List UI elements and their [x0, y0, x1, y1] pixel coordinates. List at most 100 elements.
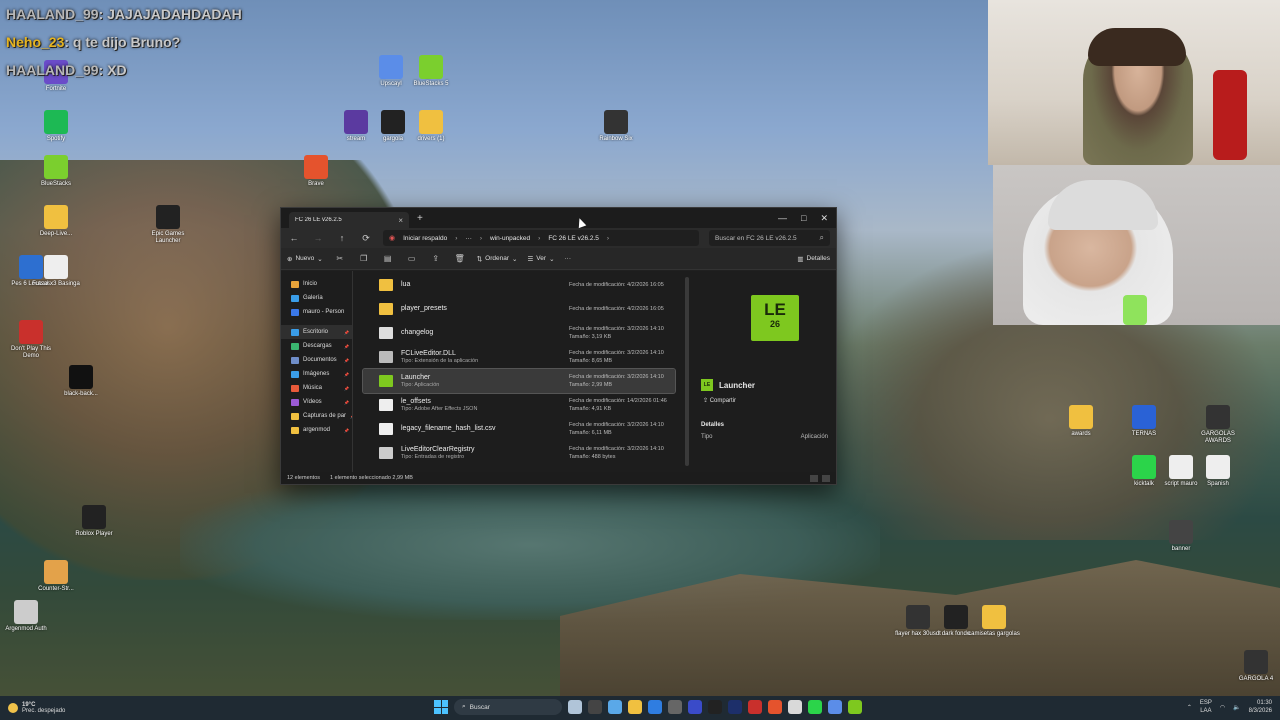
calculator-icon[interactable]: [668, 700, 682, 714]
chrome-icon[interactable]: [648, 700, 662, 714]
desktop-shortcut[interactable]: GARGOLA 4: [1230, 650, 1280, 683]
explorer-tab[interactable]: FC 26 LE v26.2.5 ×: [289, 212, 409, 228]
breadcrumb-overflow[interactable]: ···: [465, 235, 472, 242]
desktop-shortcut[interactable]: kicktalk: [1118, 455, 1170, 488]
weather-widget[interactable]: 19°C Prec. despejado: [8, 702, 65, 714]
desktop-shortcut[interactable]: drivers (1): [405, 110, 457, 143]
file-row[interactable]: LiveEditorClearRegistry Tipo: Entradas de…: [363, 441, 675, 465]
desktop-shortcut[interactable]: camisetas gargolas: [968, 605, 1020, 638]
nav-item-pinned[interactable]: Vídeos 📌: [281, 395, 352, 409]
nav-item-gallery[interactable]: Galería: [281, 291, 352, 305]
desktop-shortcut[interactable]: Spotify: [30, 110, 82, 143]
details-button[interactable]: ▥ Detalles: [797, 255, 830, 263]
file-row[interactable]: lua Fecha de modificación: 4/2/2026 16:05: [363, 273, 675, 297]
epic-games-icon[interactable]: [708, 700, 722, 714]
file-row[interactable]: legacy_filename_hash_list.csv Fecha de mo…: [363, 417, 675, 441]
nav-item-pinned[interactable]: Descargas 📌: [281, 339, 352, 353]
close-tab-icon[interactable]: ×: [398, 216, 403, 225]
desktop-shortcut[interactable]: banner: [1155, 520, 1207, 553]
search-input[interactable]: Buscar en FC 26 LE v26.2.5 ⌕: [709, 230, 830, 246]
desktop-shortcut[interactable]: Rainbow Six: [590, 110, 642, 143]
desktop-shortcut[interactable]: Don't Play This Demo: [5, 320, 57, 360]
cut-icon[interactable]: ✂: [333, 254, 347, 263]
brave-icon[interactable]: [768, 700, 782, 714]
paste-icon[interactable]: ▤: [381, 254, 395, 263]
minimize-icon[interactable]: —: [778, 213, 787, 224]
breadcrumb-item[interactable]: Iniciar respaldo: [403, 235, 447, 242]
delete-icon[interactable]: 🗑: [453, 254, 467, 263]
desktop-shortcut[interactable]: Roblox Player: [68, 505, 120, 538]
nav-item-pinned[interactable]: Imágenes 📌: [281, 367, 352, 381]
rename-icon[interactable]: ▭: [405, 254, 419, 263]
desktop-shortcut[interactable]: Brave: [290, 155, 342, 188]
windows-start-icon[interactable]: [434, 700, 448, 714]
nav-item-pinned[interactable]: Escritorio 📌: [281, 325, 352, 339]
file-row[interactable]: Launcher Tipo: Aplicación Fecha de modific…: [362, 368, 676, 394]
language-indicator[interactable]: ESP LAA: [1200, 699, 1212, 715]
title-bar[interactable]: FC 26 LE v26.2.5 × + — □ ✕: [281, 208, 836, 228]
sort-button[interactable]: ⇅ Ordenar ⌄: [477, 255, 518, 263]
new-tab-icon[interactable]: +: [417, 213, 423, 224]
chrome-icon[interactable]: [788, 700, 802, 714]
desktop-shortcut[interactable]: black-back...: [55, 365, 107, 398]
new-button[interactable]: ⊕ Nuevo ⌄: [287, 255, 323, 263]
widgets-icon[interactable]: [568, 700, 582, 714]
app-icon[interactable]: [748, 700, 762, 714]
desktop-shortcut[interactable]: Spanish: [1192, 455, 1244, 488]
breadcrumb[interactable]: ◉ Iniciar respaldo › ··· › win-unpacked …: [383, 230, 699, 246]
nav-item-pinned[interactable]: Música 📌: [281, 381, 352, 395]
desktop-shortcut[interactable]: TERNAS: [1118, 405, 1170, 438]
kick-icon[interactable]: [808, 700, 822, 714]
task-view-icon[interactable]: [588, 700, 602, 714]
volume-icon[interactable]: 🔈: [1233, 704, 1240, 711]
forward-arrow-icon[interactable]: →: [311, 233, 325, 243]
nav-item-home[interactable]: Inicio: [281, 277, 352, 291]
edge-icon[interactable]: [608, 700, 622, 714]
maximize-icon[interactable]: □: [801, 213, 806, 224]
desktop-shortcut[interactable]: Deep-Live...: [30, 205, 82, 238]
nav-item-pinned[interactable]: Capturas de par📌: [281, 409, 352, 423]
shortcut-label: Spanish: [1207, 481, 1229, 487]
refresh-icon[interactable]: ⟳: [359, 233, 373, 244]
nav-item-pinned[interactable]: argenmod 📌: [281, 423, 352, 437]
app-icon[interactable]: [728, 700, 742, 714]
launcher-icon[interactable]: [848, 700, 862, 714]
share-icon[interactable]: ⇪: [429, 254, 443, 263]
scrollbar[interactable]: [685, 277, 689, 466]
breadcrumb-item[interactable]: win-unpacked: [490, 235, 530, 242]
nav-item-onedrive[interactable]: mauro - Person: [281, 305, 352, 319]
desktop-shortcut[interactable]: Futsal x3 Basinga: [30, 255, 82, 288]
file-row[interactable]: FCLiveEditor.DLL Tipo: Extensión de la ap…: [363, 345, 675, 369]
desktop-shortcut[interactable]: Counter-Str...: [30, 560, 82, 593]
desktop-shortcut[interactable]: GARGOLAS AWARDS: [1192, 405, 1244, 445]
breadcrumb-item[interactable]: FC 26 LE v26.2.5: [548, 235, 599, 242]
clock[interactable]: 01:30 8/3/2026: [1249, 699, 1272, 715]
desktop-shortcut[interactable]: awards: [1055, 405, 1107, 438]
tiles-view-icon[interactable]: [822, 474, 830, 482]
close-window-icon[interactable]: ✕: [820, 213, 828, 224]
desktop-shortcut[interactable]: BlueStacks: [30, 155, 82, 188]
nav-item-pinned[interactable]: Documentos 📌: [281, 353, 352, 367]
file-row[interactable]: le_offsets Tipo: Adobe After Effects JSON…: [363, 393, 675, 417]
wifi-icon[interactable]: ◠: [1220, 704, 1225, 711]
view-button[interactable]: ☰ Ver ⌄: [527, 255, 554, 263]
app-icon[interactable]: [688, 700, 702, 714]
view-toggle[interactable]: [810, 474, 830, 482]
back-arrow-icon[interactable]: ←: [287, 233, 301, 243]
file-explorer-window[interactable]: FC 26 LE v26.2.5 × + — □ ✕ ← → ↑ ⟳ ◉ Ini…: [280, 207, 837, 485]
tray-overflow-icon[interactable]: ⌃: [1187, 704, 1192, 711]
shortcut-icon: [44, 255, 68, 279]
file-row[interactable]: player_presets Fecha de modificación: 4/2…: [363, 297, 675, 321]
share-button[interactable]: ⇪ Compartir: [703, 397, 828, 404]
file-explorer-icon[interactable]: [628, 700, 642, 714]
taskbar-search[interactable]: ⌕ Buscar: [454, 699, 562, 715]
desktop-shortcut[interactable]: BlueStacks 5: [405, 55, 457, 88]
desktop-shortcut[interactable]: Argenmod Auth: [0, 600, 52, 633]
up-arrow-icon[interactable]: ↑: [335, 233, 349, 243]
desktop-shortcut[interactable]: Epic Games Launcher: [142, 205, 194, 245]
copy-icon[interactable]: ❐: [357, 254, 371, 263]
file-row[interactable]: changelog Fecha de modificación: 3/2/2026…: [363, 321, 675, 345]
more-options-button[interactable]: ···: [565, 255, 572, 262]
details-view-icon[interactable]: [810, 474, 818, 482]
app-icon[interactable]: [828, 700, 842, 714]
